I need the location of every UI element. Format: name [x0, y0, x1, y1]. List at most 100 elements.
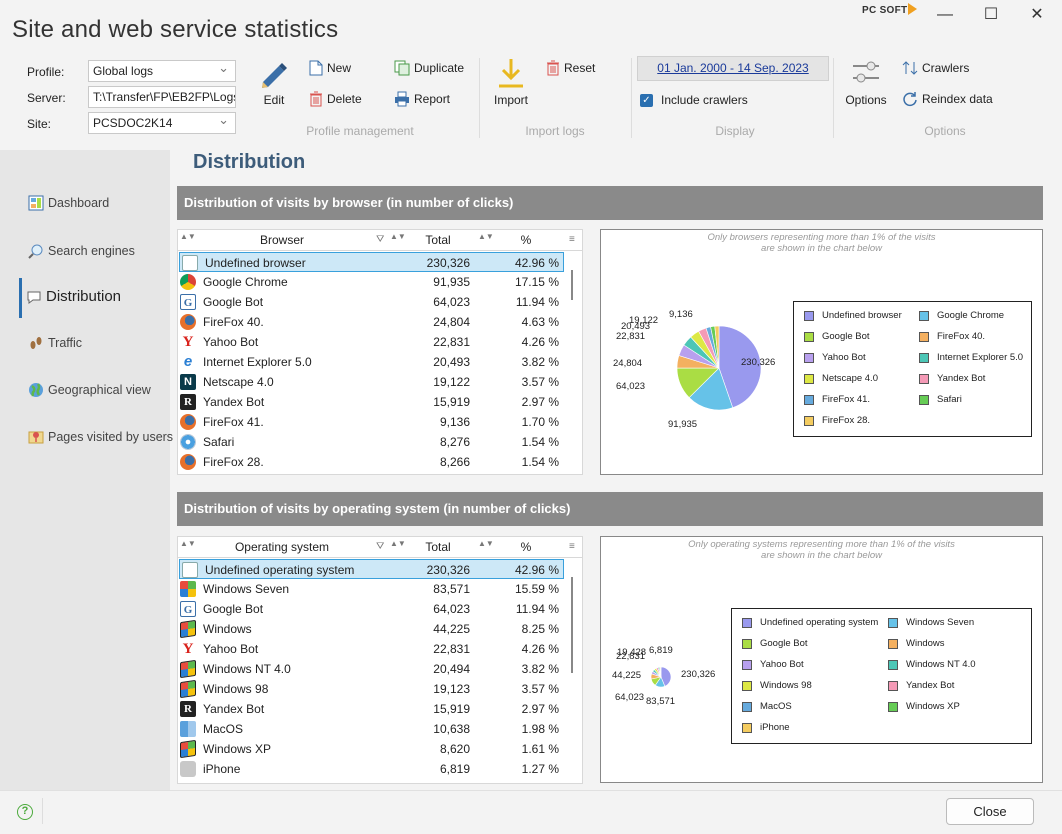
table-header: ▲▼ Operating system ⛛ ▲▼ Total ▲▼ % ≡: [178, 537, 582, 558]
profile-label: Profile:: [27, 65, 65, 79]
table-row[interactable]: Windows XP 8,620 1.61 %: [178, 739, 582, 759]
scrollbar-thumb[interactable]: [571, 270, 573, 300]
row-total: 230,326: [426, 256, 470, 270]
close-window-button[interactable]: ✕: [1022, 3, 1052, 27]
row-percent: 4.26 %: [521, 335, 559, 349]
column-menu-icon[interactable]: ≡: [569, 234, 575, 245]
options-button[interactable]: Options: [843, 56, 889, 107]
filter-icon[interactable]: ⛛: [376, 541, 384, 552]
table-row[interactable]: iPhone 6,819 1.27 %: [178, 759, 582, 779]
server-label: Server:: [27, 91, 66, 105]
help-icon[interactable]: ?: [17, 804, 33, 820]
row-total: 6,819: [439, 762, 470, 776]
table-row[interactable]: FireFox 40. 24,804 4.63 %: [178, 312, 582, 332]
sidebar-item-label: Dashboard: [48, 196, 110, 210]
new-label: New: [327, 61, 352, 75]
legend-swatch: [804, 373, 814, 384]
delete-button[interactable]: Delete: [309, 91, 362, 107]
table-row[interactable]: FireFox 41. 9,136 1.70 %: [178, 412, 582, 432]
minimize-button[interactable]: —: [930, 3, 960, 27]
reindex-button[interactable]: Reindex data: [902, 91, 993, 107]
table-row[interactable]: FireFox 28. 8,266 1.54 %: [178, 452, 582, 472]
row-percent: 2.97 %: [521, 702, 559, 716]
column-header-total[interactable]: Total: [398, 230, 478, 251]
table-row[interactable]: Windows 98 19,123 3.57 %: [178, 679, 582, 699]
pie-data-label: 230,326: [741, 357, 775, 368]
row-percent: 15.59 %: [514, 582, 559, 596]
edit-button[interactable]: Edit: [254, 56, 294, 107]
crawlers-button[interactable]: Crawlers: [902, 60, 969, 76]
table-row[interactable]: Undefined operating system 230,326 42.96 %: [179, 559, 564, 579]
pcsoft-logo: PC SOFT: [862, 3, 918, 16]
sidebar-active-indicator: [19, 278, 22, 318]
column-header-percent[interactable]: %: [483, 230, 569, 251]
legend-label: FireFox 28.: [822, 415, 871, 426]
sidebar-item-distribution[interactable]: Distribution: [26, 288, 121, 305]
legend-swatch: [888, 680, 898, 691]
server-field[interactable]: T:\Transfer\FP\EB2FP\Logs: [88, 86, 236, 108]
table-row[interactable]: Windows NT 4.0 20,494 3.82 %: [178, 659, 582, 679]
table-row[interactable]: G Google Bot 64,023 11.94 %: [178, 292, 582, 312]
report-button[interactable]: Report: [394, 91, 450, 107]
globe-icon: [29, 383, 43, 397]
column-header-total[interactable]: Total: [398, 537, 478, 558]
yandex-icon: R: [180, 394, 196, 410]
legend-label: Netscape 4.0: [822, 373, 878, 384]
table-row[interactable]: Google Chrome 91,935 17.15 %: [178, 272, 582, 292]
sidebar-item-dashboard[interactable]: Dashboard: [28, 195, 109, 211]
legend-label: Undefined operating system: [760, 617, 879, 628]
table-row[interactable]: MacOS 10,638 1.98 %: [178, 719, 582, 739]
legend-item: Yahoo Bot: [742, 659, 804, 670]
sort-arrows-icon: [902, 61, 918, 75]
ribbon-separator: [479, 58, 480, 138]
legend-item: Google Bot: [742, 638, 808, 649]
column-menu-icon[interactable]: ≡: [569, 541, 575, 552]
sidebar-item-traffic[interactable]: Traffic: [28, 335, 82, 351]
table-row[interactable]: Y Yahoo Bot 22,831 4.26 %: [178, 639, 582, 659]
row-percent: 11.94 %: [515, 295, 559, 309]
table-row[interactable]: Windows 44,225 8.25 %: [178, 619, 582, 639]
site-select[interactable]: PCSDOC2K14: [88, 112, 236, 134]
table-row[interactable]: Undefined browser 230,326 42.96 %: [179, 252, 564, 272]
date-range-button[interactable]: 01 Jan. 2000 - 14 Sep. 2023: [637, 56, 829, 81]
table-row[interactable]: R Yandex Bot 15,919 2.97 %: [178, 699, 582, 719]
sidebar-item-search-engines[interactable]: Search engines: [28, 243, 135, 259]
include-crawlers-checkbox[interactable]: ✓ Include crawlers: [640, 93, 748, 107]
table-row[interactable]: N Netscape 4.0 19,122 3.57 %: [178, 372, 582, 392]
new-button[interactable]: New: [309, 60, 351, 76]
os-table[interactable]: ▲▼ Operating system ⛛ ▲▼ Total ▲▼ % ≡ Un…: [177, 536, 583, 784]
browser-table[interactable]: ▲▼ Browser ⛛ ▲▼ Total ▲▼ % ≡ Undefined b…: [177, 229, 583, 475]
maximize-button[interactable]: ☐: [976, 3, 1006, 27]
table-row[interactable]: R Yandex Bot 15,919 2.97 %: [178, 392, 582, 412]
row-name: Windows 98: [203, 682, 269, 696]
table-row[interactable]: e Internet Explorer 5.0 20,493 3.82 %: [178, 352, 582, 372]
row-name: Undefined browser: [205, 256, 306, 270]
column-header-os[interactable]: Operating system: [192, 537, 372, 558]
reset-button[interactable]: Reset: [546, 60, 595, 76]
table-row[interactable]: Y Yahoo Bot 22,831 4.26 %: [178, 332, 582, 352]
legend-swatch: [804, 394, 814, 405]
row-name: Windows: [203, 622, 252, 636]
table-row[interactable]: Windows Seven 83,571 15.59 %: [178, 579, 582, 599]
table-row[interactable]: Safari 8,276 1.54 %: [178, 432, 582, 452]
filter-icon[interactable]: ⛛: [376, 234, 384, 245]
legend-item: Google Chrome: [919, 310, 1004, 321]
profile-select[interactable]: Global logs: [88, 60, 236, 82]
sidebar-item-label: Geographical view: [48, 383, 151, 397]
legend-swatch: [919, 331, 929, 342]
row-total: 24,804: [433, 315, 470, 329]
os-section-header: Distribution of visits by operating syst…: [177, 492, 1043, 526]
sidebar-item-geographical-view[interactable]: Geographical view: [28, 382, 151, 398]
table-row[interactable]: G Google Bot 64,023 11.94 %: [178, 599, 582, 619]
os-chart: Only operating systems representing more…: [600, 536, 1043, 783]
scrollbar-thumb[interactable]: [571, 577, 573, 673]
column-header-browser[interactable]: Browser: [192, 230, 372, 251]
close-button[interactable]: Close: [946, 798, 1034, 825]
sidebar-item-pages-visited[interactable]: Pages visited by users: [28, 429, 173, 445]
duplicate-button[interactable]: Duplicate: [394, 60, 464, 76]
import-button[interactable]: Import: [490, 56, 532, 107]
row-percent: 42.96 %: [514, 256, 559, 270]
legend-label: Windows: [906, 638, 945, 649]
pencil-icon: [262, 63, 287, 88]
column-header-percent[interactable]: %: [483, 537, 569, 558]
